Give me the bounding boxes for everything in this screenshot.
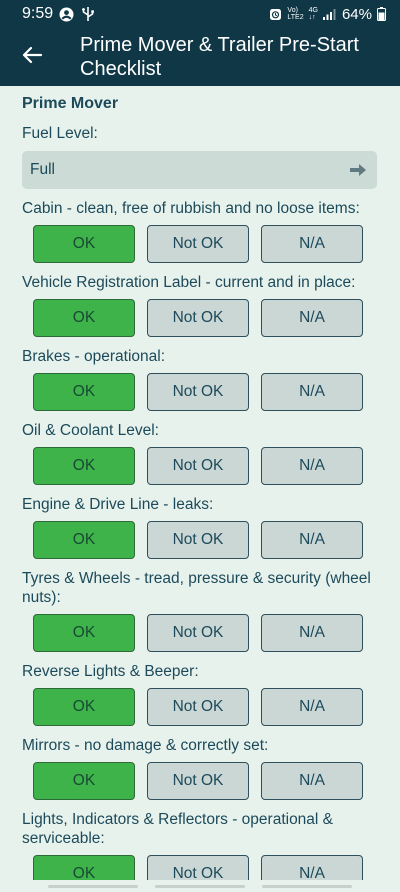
nav-recent-button[interactable] — [48, 884, 139, 888]
question-label: Reverse Lights & Beeper: — [22, 663, 199, 680]
checklist-question: Tyres & Wheels - tread, pressure & secur… — [22, 569, 378, 652]
checklist-question: Brakes - operational: OK Not OK N/A — [22, 347, 378, 411]
option-group: OK Not OK N/A — [33, 447, 367, 485]
not-ok-button[interactable]: Not OK — [147, 299, 249, 337]
na-button[interactable]: N/A — [261, 688, 363, 726]
not-ok-button[interactable]: Not OK — [147, 373, 249, 411]
signal-top: 4G — [308, 7, 318, 14]
battery-percent: 64% — [341, 5, 372, 23]
ok-button[interactable]: OK — [33, 762, 135, 800]
na-button[interactable]: N/A — [261, 521, 363, 559]
question-label: Cabin - clean, free of rubbish and no lo… — [22, 200, 360, 217]
option-group: OK Not OK N/A — [33, 688, 367, 726]
not-ok-button[interactable]: Not OK — [147, 447, 249, 485]
checklist-question: Cabin - clean, free of rubbish and no lo… — [22, 199, 378, 263]
status-left: 9:59 — [22, 5, 96, 23]
option-group: OK Not OK N/A — [33, 373, 367, 411]
option-group: OK Not OK N/A — [33, 614, 367, 652]
question-list: Cabin - clean, free of rubbish and no lo… — [22, 199, 378, 892]
back-button[interactable] — [0, 28, 64, 86]
question-label: Brakes - operational: — [22, 348, 166, 365]
page-title: Prime Mover & Trailer Pre-Start Checklis… — [80, 34, 359, 80]
ok-button[interactable]: OK — [33, 373, 135, 411]
fuel-level-value: Full — [30, 161, 55, 178]
app-header: Prime Mover & Trailer Pre-Start Checklis… — [0, 28, 400, 86]
ok-button[interactable]: OK — [33, 614, 135, 652]
option-group: OK Not OK N/A — [33, 225, 367, 263]
arrow-left-icon — [22, 46, 43, 69]
question-label: Engine & Drive Line - leaks: — [22, 496, 214, 513]
question-label: Tyres & Wheels - tread, pressure & secur… — [22, 570, 371, 606]
ok-button[interactable]: OK — [33, 299, 135, 337]
na-button[interactable]: N/A — [261, 373, 363, 411]
navigation-bar — [0, 880, 400, 892]
checklist-question: Reverse Lights & Beeper: OK Not OK N/A — [22, 662, 378, 726]
signal-bottom: ↓↑ — [308, 14, 316, 21]
alarm-icon — [269, 8, 282, 21]
arrow-right-icon — [349, 163, 367, 177]
na-button[interactable]: N/A — [261, 299, 363, 337]
question-label: Oil & Coolant Level: — [22, 422, 159, 439]
section-title: Prime Mover — [22, 95, 119, 112]
fuel-level-label: Fuel Level: — [22, 125, 98, 142]
question-label: Vehicle Registration Label - current and… — [22, 274, 356, 291]
battery-icon — [377, 7, 386, 21]
question-label: Mirrors - no damage & correctly set: — [22, 737, 269, 754]
network-bottom: LTE2 — [287, 14, 304, 21]
ok-button[interactable]: OK — [33, 447, 135, 485]
question-label: Lights, Indicators & Reflectors - operat… — [22, 811, 334, 847]
not-ok-button[interactable]: Not OK — [147, 614, 249, 652]
nav-home-button[interactable] — [154, 884, 245, 888]
na-button[interactable]: N/A — [261, 447, 363, 485]
status-right: Vo) LTE2 4G ↓↑ 64% — [269, 6, 386, 23]
checklist-question: Oil & Coolant Level: OK Not OK N/A — [22, 421, 378, 485]
nav-back-button[interactable] — [261, 884, 352, 888]
not-ok-button[interactable]: Not OK — [147, 521, 249, 559]
data-indicator: 4G ↓↑ — [309, 7, 318, 21]
status-bar: 9:59 Vo) LTE2 4G ↓↑ 64% — [0, 0, 400, 28]
ok-button[interactable]: OK — [33, 521, 135, 559]
checklist-question: Mirrors - no damage & correctly set: OK No… — [22, 736, 378, 800]
status-time: 9:59 — [22, 5, 54, 22]
not-ok-button[interactable]: Not OK — [147, 225, 249, 263]
na-button[interactable]: N/A — [261, 225, 363, 263]
profile-icon — [59, 7, 74, 22]
usb-icon — [80, 6, 96, 22]
fuel-level-select[interactable]: Full — [22, 151, 377, 189]
ok-button[interactable]: OK — [33, 688, 135, 726]
network-indicator: Vo) LTE2 — [287, 7, 303, 21]
option-group: OK Not OK N/A — [33, 762, 367, 800]
not-ok-button[interactable]: Not OK — [147, 688, 249, 726]
option-group: OK Not OK N/A — [33, 521, 367, 559]
checklist-content[interactable]: Prime Mover Fuel Level: Full Cabin - cle… — [0, 86, 400, 892]
checklist-question: Engine & Drive Line - leaks: OK Not OK N/A — [22, 495, 378, 559]
ok-button[interactable]: OK — [33, 225, 135, 263]
option-group: OK Not OK N/A — [33, 299, 367, 337]
na-button[interactable]: N/A — [261, 762, 363, 800]
not-ok-button[interactable]: Not OK — [147, 762, 249, 800]
signal-icon — [322, 8, 337, 20]
na-button[interactable]: N/A — [261, 614, 363, 652]
checklist-question: Vehicle Registration Label - current and… — [22, 273, 378, 337]
network-top: Vo) — [287, 7, 298, 14]
